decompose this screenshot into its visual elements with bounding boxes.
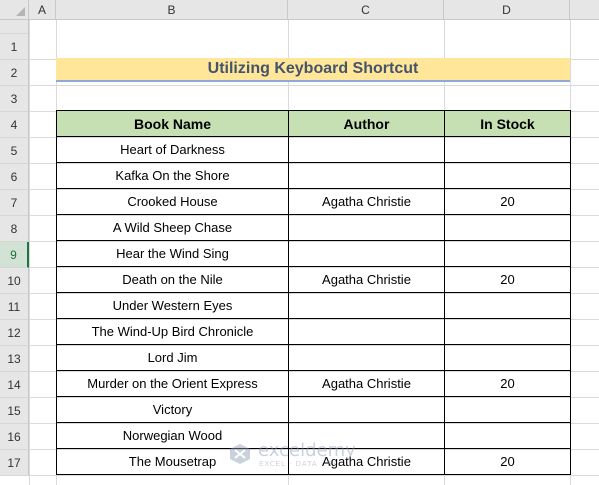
- author-cell[interactable]: Agatha Christie: [288, 188, 445, 215]
- row-header-14[interactable]: 14: [0, 372, 29, 398]
- row-header-7[interactable]: 7: [0, 190, 29, 216]
- author-cell[interactable]: Agatha Christie: [288, 370, 445, 397]
- book-name-cell[interactable]: The Mousetrap: [56, 448, 289, 475]
- book-name-cell[interactable]: Lord Jim: [56, 344, 289, 371]
- book-name-cell[interactable]: Norwegian Wood: [56, 422, 289, 449]
- column-gridline: [29, 20, 30, 485]
- author-cell[interactable]: [288, 396, 445, 423]
- spreadsheet-grid: A B C D 1 2 3 4 5 6 7 8 9 10 11 12 13 14 15 16 17 Utiliz…: [0, 0, 599, 485]
- in-stock-cell[interactable]: [444, 292, 571, 319]
- book-name-cell[interactable]: Victory: [56, 396, 289, 423]
- table-row: Victory: [56, 396, 571, 423]
- in-stock-cell[interactable]: [444, 214, 571, 241]
- author-cell[interactable]: [288, 240, 445, 267]
- row-header-5[interactable]: 5: [0, 138, 29, 164]
- table-row: Murder on the Orient Express Agatha Chris…: [56, 370, 571, 397]
- author-cell[interactable]: [288, 318, 445, 345]
- book-name-cell[interactable]: Crooked House: [56, 188, 289, 215]
- header-in-stock[interactable]: In Stock: [444, 110, 571, 137]
- table-row: A Wild Sheep Chase: [56, 214, 571, 241]
- in-stock-cell[interactable]: 20: [444, 448, 571, 475]
- row-header-2[interactable]: 2: [0, 60, 29, 86]
- in-stock-cell[interactable]: 20: [444, 266, 571, 293]
- column-header-d[interactable]: D: [444, 0, 570, 20]
- table-row: Norwegian Wood: [56, 422, 571, 449]
- book-name-cell[interactable]: Murder on the Orient Express: [56, 370, 289, 397]
- author-cell[interactable]: [288, 344, 445, 371]
- column-header-b[interactable]: B: [56, 0, 288, 20]
- row-header-17[interactable]: 17: [0, 450, 29, 476]
- author-cell[interactable]: Agatha Christie: [288, 266, 445, 293]
- author-cell[interactable]: [288, 162, 445, 189]
- row-gridline: [29, 475, 599, 476]
- table-row: Lord Jim: [56, 344, 571, 371]
- table-row: Kafka On the Shore: [56, 162, 571, 189]
- row-header-gap: [0, 20, 29, 34]
- book-table: Book Name Author In Stock Heart of Darkn…: [56, 110, 571, 475]
- header-book-name[interactable]: Book Name: [56, 110, 289, 137]
- author-cell[interactable]: [288, 136, 445, 163]
- table-body: Heart of Darkness Kafka On the Shore Crook…: [56, 136, 571, 475]
- in-stock-cell[interactable]: [444, 136, 571, 163]
- header-author[interactable]: Author: [288, 110, 445, 137]
- author-cell[interactable]: Agatha Christie: [288, 448, 445, 475]
- table-row: Crooked House Agatha Christie 20: [56, 188, 571, 215]
- row-header-1[interactable]: 1: [0, 34, 29, 60]
- in-stock-cell[interactable]: [444, 318, 571, 345]
- row-header-9[interactable]: 9: [0, 242, 29, 268]
- row-header-10[interactable]: 10: [0, 268, 29, 294]
- row-header-11[interactable]: 11: [0, 294, 29, 320]
- row-header-8[interactable]: 8: [0, 216, 29, 242]
- book-name-cell[interactable]: A Wild Sheep Chase: [56, 214, 289, 241]
- table-row: The Mousetrap Agatha Christie 20: [56, 448, 571, 475]
- table-row: Under Western Eyes: [56, 292, 571, 319]
- table-row: Death on the Nile Agatha Christie 20: [56, 266, 571, 293]
- table-row: Heart of Darkness: [56, 136, 571, 163]
- in-stock-cell[interactable]: 20: [444, 370, 571, 397]
- author-cell[interactable]: [288, 292, 445, 319]
- author-cell[interactable]: [288, 214, 445, 241]
- author-cell[interactable]: [288, 422, 445, 449]
- sheet-title: Utilizing Keyboard Shortcut: [56, 58, 570, 82]
- row-header-13[interactable]: 13: [0, 346, 29, 372]
- row-header-6[interactable]: 6: [0, 164, 29, 190]
- in-stock-cell[interactable]: [444, 344, 571, 371]
- column-header-a[interactable]: A: [29, 0, 56, 20]
- book-name-cell[interactable]: Under Western Eyes: [56, 292, 289, 319]
- in-stock-cell[interactable]: 20: [444, 188, 571, 215]
- row-header-16[interactable]: 16: [0, 424, 29, 450]
- table-row: The Wind-Up Bird Chronicle: [56, 318, 571, 345]
- select-all-corner[interactable]: [0, 0, 29, 20]
- book-name-cell[interactable]: The Wind-Up Bird Chronicle: [56, 318, 289, 345]
- in-stock-cell[interactable]: [444, 422, 571, 449]
- book-name-cell[interactable]: Heart of Darkness: [56, 136, 289, 163]
- book-name-cell[interactable]: Hear the Wind Sing: [56, 240, 289, 267]
- select-all-icon: [16, 7, 25, 16]
- column-header-c[interactable]: C: [288, 0, 444, 20]
- row-header-15[interactable]: 15: [0, 398, 29, 424]
- in-stock-cell[interactable]: [444, 396, 571, 423]
- row-header-12[interactable]: 12: [0, 320, 29, 346]
- row-header-3[interactable]: 3: [0, 86, 29, 112]
- column-header-next[interactable]: [570, 0, 599, 20]
- in-stock-cell[interactable]: [444, 162, 571, 189]
- table-row: Hear the Wind Sing: [56, 240, 571, 267]
- book-name-cell[interactable]: Kafka On the Shore: [56, 162, 289, 189]
- row-gridline: [29, 85, 599, 86]
- book-name-cell[interactable]: Death on the Nile: [56, 266, 289, 293]
- table-header-row: Book Name Author In Stock: [56, 110, 571, 137]
- in-stock-cell[interactable]: [444, 240, 571, 267]
- row-header-4[interactable]: 4: [0, 112, 29, 138]
